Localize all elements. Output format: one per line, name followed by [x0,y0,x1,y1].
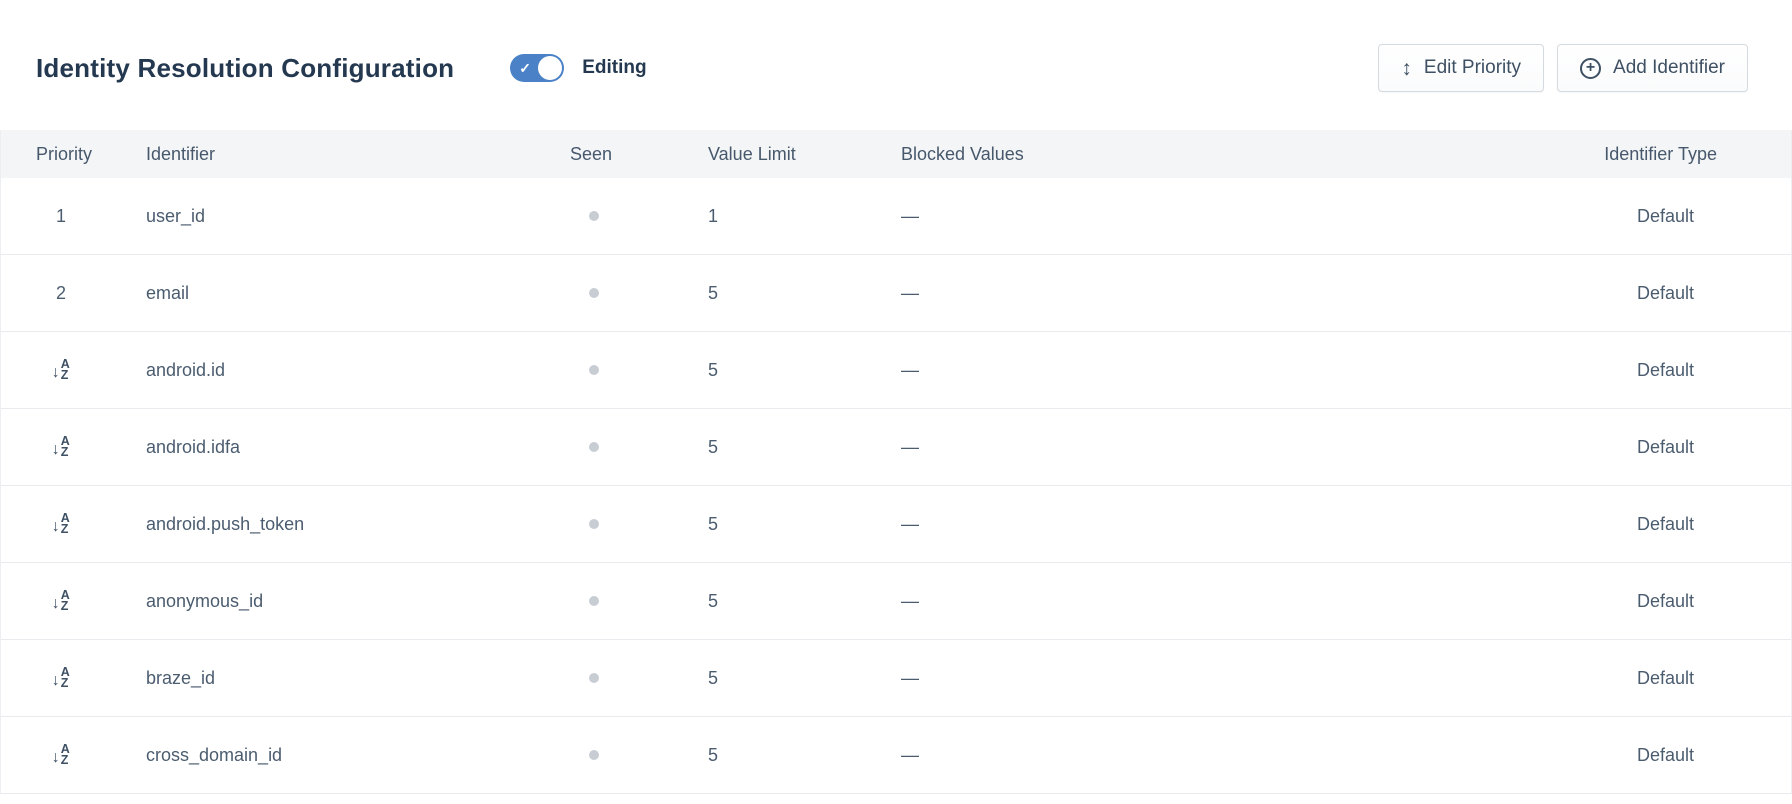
blocked-values-cell: — [901,437,1571,458]
identity-resolution-table: Priority Identifier Seen Value Limit Blo… [0,130,1792,794]
seen-indicator-dot [589,519,599,529]
seen-indicator-dot [589,750,599,760]
sort-alpha-down-icon: ↓AZ [52,744,71,766]
blocked-values-cell: — [901,514,1571,535]
identifier-cell: braze_id [146,668,570,689]
value-limit-cell: 5 [708,745,901,766]
seen-indicator-dot [589,673,599,683]
seen-cell [570,519,708,529]
seen-cell [570,442,708,452]
blocked-values-cell: — [901,283,1571,304]
page-title: Identity Resolution Configuration [36,53,454,84]
blocked-values-cell: — [901,206,1571,227]
table-row: 2 email 5—Default [1,255,1791,332]
identifier-cell: cross_domain_id [146,745,570,766]
seen-indicator-dot [589,288,599,298]
column-header-priority: Priority [36,144,146,165]
identifier-type-cell: Default [1571,206,1791,227]
identifier-type-cell: Default [1571,745,1791,766]
identifier-cell: anonymous_id [146,591,570,612]
priority-cell: 2 [36,283,146,304]
plus-circle-icon: + [1580,58,1601,79]
seen-indicator-dot [589,442,599,452]
table-row: ↓AZ braze_id 5—Default [1,640,1791,717]
value-limit-cell: 5 [708,283,901,304]
priority-cell: 1 [36,206,146,227]
priority-value: 1 [56,206,66,227]
priority-value: 2 [56,283,66,304]
identifier-cell: user_id [146,206,570,227]
add-identifier-button[interactable]: + Add Identifier [1557,44,1748,92]
sort-alpha-down-icon: ↓AZ [52,359,71,381]
identifier-type-cell: Default [1571,668,1791,689]
priority-cell: ↓AZ [36,667,146,689]
identifier-cell: email [146,283,570,304]
seen-cell [570,596,708,606]
check-icon: ✓ [519,61,531,75]
column-header-value-limit: Value Limit [708,144,901,165]
editing-toggle-label: Editing [582,57,646,79]
value-limit-cell: 5 [708,437,901,458]
identifier-type-cell: Default [1571,514,1791,535]
sort-alpha-down-icon: ↓AZ [52,590,71,612]
seen-indicator-dot [589,211,599,221]
priority-cell: ↓AZ [36,744,146,766]
value-limit-cell: 5 [708,668,901,689]
column-header-identifier-type: Identifier Type [1571,144,1791,165]
seen-indicator-dot [589,365,599,375]
editing-toggle[interactable]: ✓ [510,54,564,82]
table-row: 1user_id1—Default [1,178,1791,255]
priority-cell: ↓AZ [36,436,146,458]
table-row: ↓AZ anonymous_id 5—Default [1,563,1791,640]
column-header-identifier: Identifier [146,144,570,165]
blocked-values-cell: — [901,591,1571,612]
table-body: 1user_id1—Default2email5—Default↓AZandro… [1,178,1791,794]
table-row: ↓AZ android.push_token 5—Default [1,486,1791,563]
sort-alpha-down-icon: ↓AZ [52,667,71,689]
seen-cell [570,673,708,683]
value-limit-cell: 5 [708,514,901,535]
value-limit-cell: 5 [708,591,901,612]
top-bar: Identity Resolution Configuration ✓ Edit… [0,0,1792,130]
seen-cell [570,288,708,298]
identifier-type-cell: Default [1571,591,1791,612]
value-limit-cell: 1 [708,206,901,227]
column-header-seen: Seen [570,144,708,165]
toggle-knob[interactable] [538,56,562,80]
blocked-values-cell: — [901,360,1571,381]
edit-priority-button-label: Edit Priority [1424,57,1521,79]
priority-cell: ↓AZ [36,590,146,612]
identifier-cell: android.push_token [146,514,570,535]
identifier-cell: android.idfa [146,437,570,458]
column-header-blocked-values: Blocked Values [901,144,1571,165]
table-row: ↓AZ android.id 5—Default [1,332,1791,409]
table-row: ↓AZ cross_domain_id 5—Default [1,717,1791,794]
identifier-cell: android.id [146,360,570,381]
edit-priority-button[interactable]: ↕ Edit Priority [1378,44,1544,92]
identifier-type-cell: Default [1571,360,1791,381]
seen-indicator-dot [589,596,599,606]
seen-cell [570,750,708,760]
sort-alpha-down-icon: ↓AZ [52,513,71,535]
blocked-values-cell: — [901,745,1571,766]
priority-cell: ↓AZ [36,359,146,381]
add-identifier-button-label: Add Identifier [1613,57,1725,79]
identifier-type-cell: Default [1571,437,1791,458]
table-row: ↓AZ android.idfa 5—Default [1,409,1791,486]
sort-alpha-down-icon: ↓AZ [52,436,71,458]
seen-cell [570,211,708,221]
value-limit-cell: 5 [708,360,901,381]
blocked-values-cell: — [901,668,1571,689]
up-down-arrow-icon: ↕ [1401,58,1412,79]
identifier-type-cell: Default [1571,283,1791,304]
priority-cell: ↓AZ [36,513,146,535]
table-header-row: Priority Identifier Seen Value Limit Blo… [1,130,1791,178]
seen-cell [570,365,708,375]
